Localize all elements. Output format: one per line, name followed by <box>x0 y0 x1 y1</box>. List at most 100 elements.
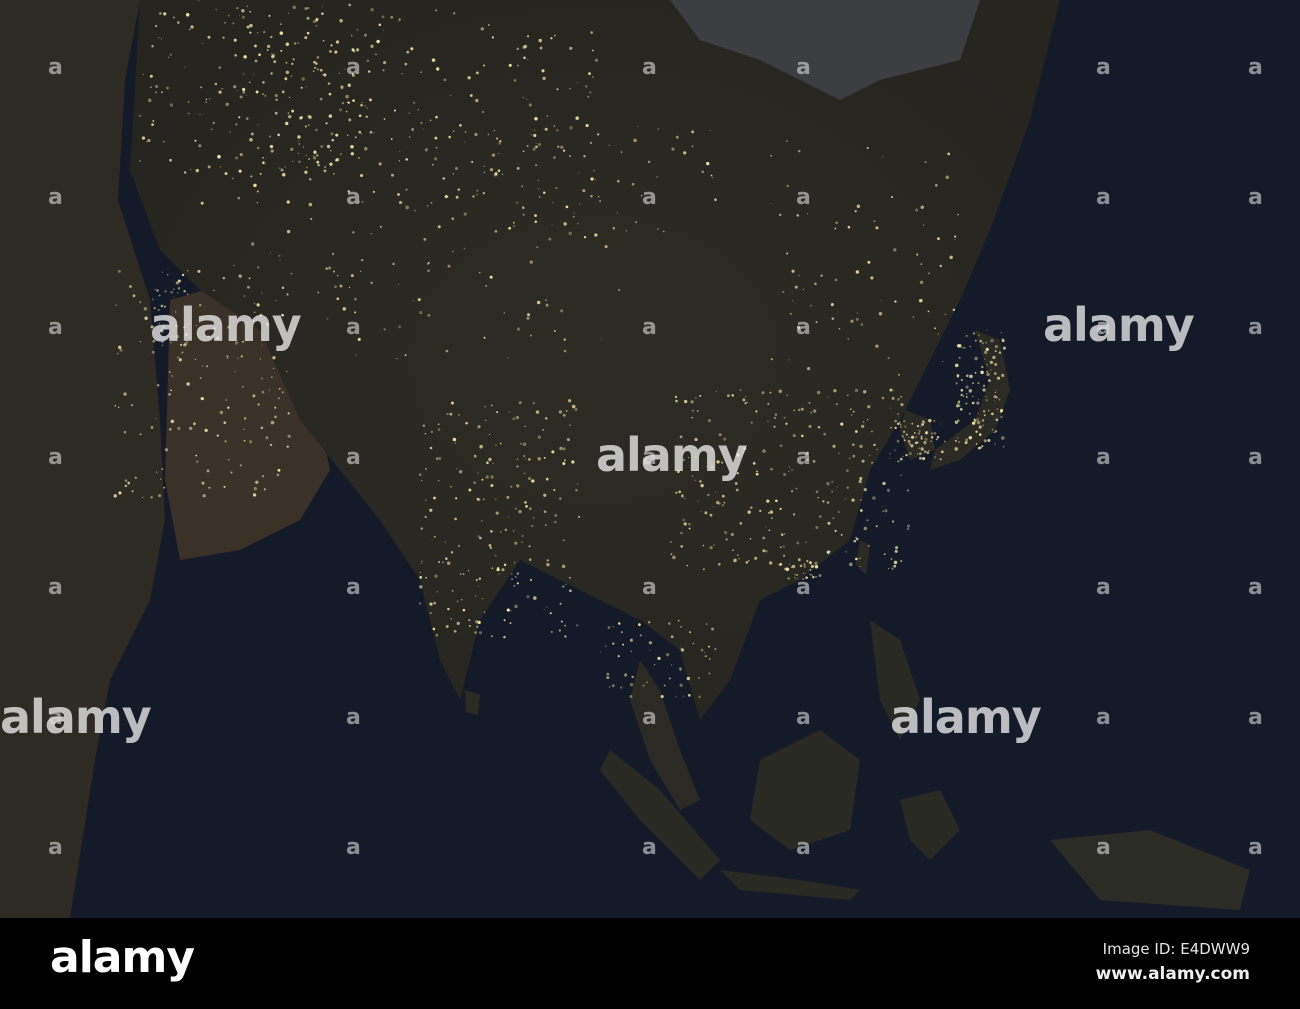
city-light <box>533 596 537 600</box>
city-light <box>249 10 252 13</box>
city-light <box>154 91 158 94</box>
city-light <box>638 623 641 627</box>
city-light <box>367 70 371 73</box>
city-light <box>229 131 231 133</box>
city-light <box>971 421 976 425</box>
city-light <box>532 516 535 519</box>
city-light <box>559 497 562 500</box>
city-light <box>225 399 228 402</box>
city-light <box>238 14 240 16</box>
city-light <box>700 510 702 513</box>
city-light <box>566 438 570 442</box>
city-light <box>446 195 449 198</box>
city-light <box>543 609 545 611</box>
city-light <box>483 64 486 67</box>
city-light <box>306 31 310 35</box>
watermark-mark: a <box>642 315 657 340</box>
city-light <box>725 538 728 541</box>
city-light <box>159 12 162 15</box>
city-light <box>833 389 837 393</box>
city-light <box>996 408 999 410</box>
city-light <box>287 112 290 114</box>
city-light <box>709 130 711 132</box>
city-light <box>875 525 878 528</box>
city-light <box>430 430 434 434</box>
city-light <box>902 430 906 433</box>
city-light <box>755 410 758 413</box>
city-light <box>558 629 562 632</box>
city-light <box>334 50 338 54</box>
city-light <box>253 74 255 76</box>
watermark-mark: a <box>48 55 63 80</box>
city-light <box>569 126 573 130</box>
city-light <box>482 498 485 501</box>
city-light <box>611 684 615 688</box>
city-light <box>221 88 223 90</box>
watermark-mark: a <box>1096 705 1111 730</box>
city-light <box>1002 445 1005 448</box>
city-light <box>968 389 973 393</box>
city-light <box>972 332 976 335</box>
city-light <box>452 437 457 442</box>
city-light <box>486 461 489 465</box>
city-light <box>210 128 213 131</box>
city-light <box>873 220 876 223</box>
city-light <box>710 174 713 177</box>
city-light <box>564 635 567 638</box>
city-light <box>954 238 956 241</box>
city-light <box>183 290 186 293</box>
city-light <box>920 435 923 438</box>
city-light <box>612 626 614 628</box>
city-light <box>568 231 572 236</box>
city-light <box>665 652 670 657</box>
city-light <box>168 371 171 373</box>
city-light <box>245 117 249 120</box>
city-light <box>812 409 817 413</box>
city-light <box>714 198 717 201</box>
city-light <box>993 372 997 375</box>
city-light <box>335 40 340 44</box>
city-light <box>310 217 313 220</box>
city-light <box>223 421 227 425</box>
city-light <box>306 16 310 20</box>
city-light <box>736 554 739 556</box>
watermark-mark: a <box>1096 445 1111 470</box>
city-light <box>483 171 486 174</box>
city-light <box>987 438 991 442</box>
city-light <box>257 123 259 126</box>
city-light <box>890 195 893 198</box>
city-light <box>446 561 451 565</box>
city-light <box>312 70 315 73</box>
city-light <box>620 631 623 634</box>
city-light <box>592 76 594 78</box>
city-light <box>205 98 208 101</box>
city-light <box>265 436 269 440</box>
watermark-mark: a <box>346 835 361 860</box>
city-light <box>534 220 538 223</box>
city-light <box>921 423 925 427</box>
city-light <box>508 411 511 413</box>
city-light <box>925 432 928 435</box>
watermark-mark: a <box>48 445 63 470</box>
city-light <box>797 558 801 562</box>
city-light <box>449 412 453 416</box>
city-light <box>571 460 575 464</box>
city-light <box>534 117 538 121</box>
city-light <box>801 434 804 438</box>
city-light <box>599 200 602 203</box>
city-light <box>503 619 506 622</box>
city-light <box>281 90 285 94</box>
city-light <box>552 202 554 204</box>
city-light <box>522 45 527 49</box>
city-light <box>232 22 235 25</box>
city-light <box>423 237 427 241</box>
city-light <box>604 645 607 648</box>
city-light <box>185 13 190 17</box>
city-light <box>230 471 233 474</box>
city-light <box>779 213 782 217</box>
footer-bar: alamy Image ID: E4DWW9 www.alamy.com <box>0 918 1300 1009</box>
city-light <box>276 473 280 477</box>
city-light <box>241 87 246 92</box>
sri-lanka <box>465 690 480 715</box>
city-light <box>473 481 476 484</box>
